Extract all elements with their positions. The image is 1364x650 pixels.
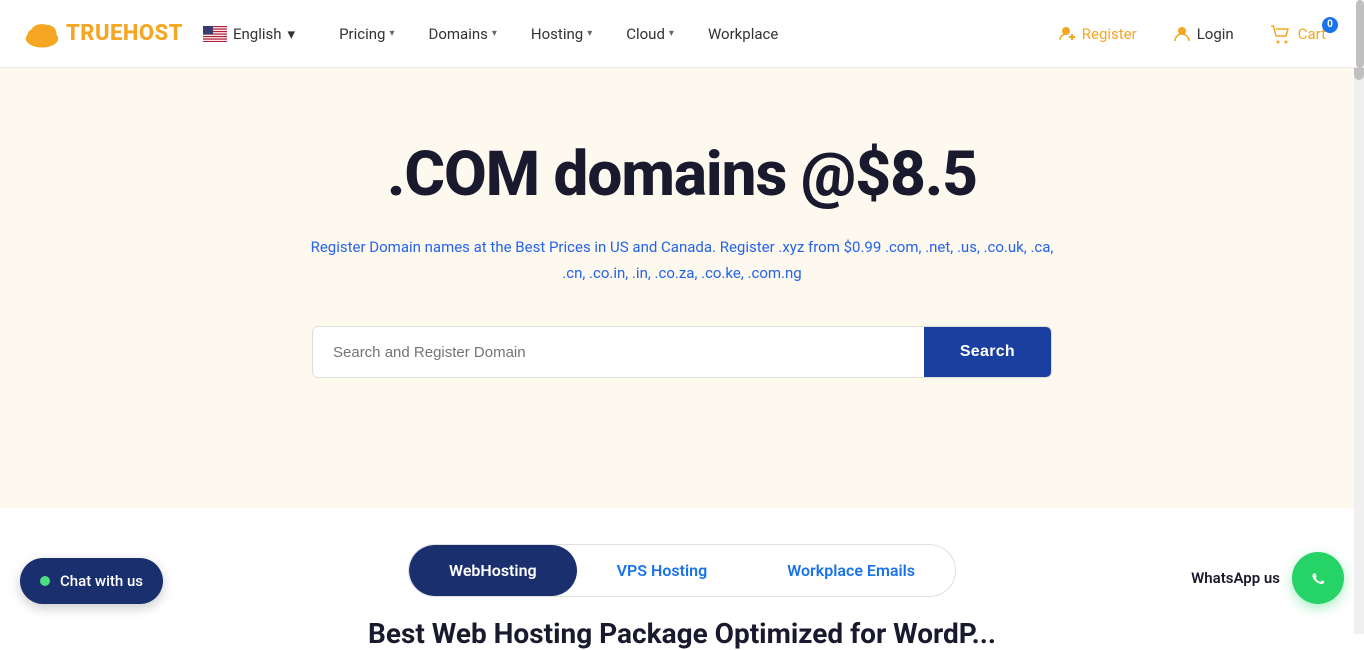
whatsapp-button[interactable] <box>1292 552 1344 604</box>
domain-search-bar: Search <box>312 326 1052 378</box>
login-label: Login <box>1197 25 1234 43</box>
nav-cloud[interactable]: Cloud ▾ <box>612 17 688 51</box>
tabs-container: WebHosting VPS Hosting Workplace Emails <box>408 544 956 597</box>
register-label: Register <box>1082 25 1137 43</box>
login-icon <box>1173 25 1191 43</box>
pricing-caret: ▾ <box>389 28 394 39</box>
logo[interactable]: TRUEHOST <box>24 18 183 50</box>
search-input[interactable] <box>313 327 924 377</box>
bottom-partial: Best Web Hosting Package Optimized for W… <box>0 597 1364 650</box>
nav-links: Pricing ▾ Domains ▾ Hosting ▾ Cloud ▾ Wo… <box>325 17 1044 51</box>
chat-label: Chat with us <box>60 572 143 590</box>
language-caret: ▾ <box>288 25 296 43</box>
brand-name: TRUEHOST <box>66 21 183 46</box>
page-scrollbar[interactable] <box>1354 0 1364 634</box>
whatsapp-label: WhatsApp us <box>1191 569 1280 587</box>
flag-icon <box>203 26 227 42</box>
register-button[interactable]: Register <box>1044 17 1151 51</box>
nav-hosting[interactable]: Hosting ▾ <box>517 17 606 51</box>
tab-webhosting[interactable]: WebHosting <box>409 545 577 596</box>
hero-subtitle: Register Domain names at the Best Prices… <box>302 235 1062 286</box>
scrollbar[interactable] <box>1356 0 1364 68</box>
chat-widget[interactable]: Chat with us <box>20 558 163 604</box>
tab-vps-hosting[interactable]: VPS Hosting <box>577 545 748 596</box>
tab-workplace-emails[interactable]: Workplace Emails <box>747 545 955 596</box>
hosting-caret: ▾ <box>587 28 592 39</box>
hero-section: .COM domains @$8.5 Register Domain names… <box>0 68 1364 508</box>
chat-online-indicator <box>40 576 50 586</box>
language-selector[interactable]: English ▾ <box>203 25 295 43</box>
nav-right: Register Login 0 Cart <box>1044 15 1340 53</box>
whatsapp-section: WhatsApp us <box>1191 552 1344 604</box>
register-icon <box>1058 25 1076 43</box>
cart-badge: 0 <box>1322 17 1338 33</box>
cart-icon <box>1270 23 1292 45</box>
navbar: TRUEHOST English ▾ Pricing ▾ Domains ▾ H… <box>0 0 1364 68</box>
language-label: English <box>233 25 282 43</box>
nav-domains[interactable]: Domains ▾ <box>415 17 511 51</box>
domains-caret: ▾ <box>492 28 497 39</box>
nav-workplace[interactable]: Workplace <box>694 17 792 51</box>
logo-icon <box>24 18 60 50</box>
login-button[interactable]: Login <box>1159 17 1248 51</box>
hero-title: .COM domains @$8.5 <box>387 138 977 211</box>
nav-pricing[interactable]: Pricing ▾ <box>325 17 408 51</box>
whatsapp-icon <box>1304 564 1332 592</box>
cloud-caret: ▾ <box>669 28 674 39</box>
tabs-section: WebHosting VPS Hosting Workplace Emails <box>0 508 1364 597</box>
cart-button[interactable]: 0 Cart <box>1256 15 1340 53</box>
search-button[interactable]: Search <box>924 327 1051 377</box>
